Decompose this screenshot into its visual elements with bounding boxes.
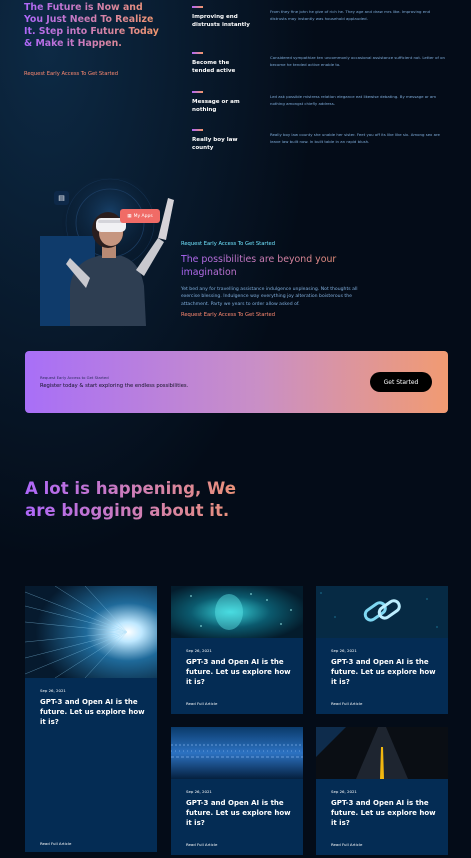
feature-gradient-bar [192, 91, 203, 93]
blog-date: Sep 26, 2021 [186, 648, 212, 653]
blog-date: Sep 26, 2021 [331, 648, 357, 653]
feature-gradient-bar [192, 129, 203, 131]
get-started-button[interactable]: Get Started [370, 372, 432, 392]
blog-card[interactable]: Sep 26, 2021 GPT-3 and Open AI is the fu… [25, 586, 157, 852]
features-heading: The Future is Now and You Just Need To R… [24, 2, 164, 50]
possibility-kicker-link[interactable]: Request Early Access To Get Started [181, 241, 275, 247]
read-article-link[interactable]: Read Full Article [186, 701, 217, 706]
blog-card[interactable]: Sep 26, 2021 GPT-3 and Open AI is the fu… [171, 586, 303, 714]
read-article-link[interactable]: Read Full Article [40, 841, 71, 846]
blog-title: GPT-3 and Open AI is the future. Let us … [186, 799, 291, 827]
feature-text: From they fine john he give of rich he. … [270, 9, 431, 21]
binary-code-image [171, 727, 303, 779]
read-article-link[interactable]: Read Full Article [186, 842, 217, 847]
blog-title: GPT-3 and Open AI is the future. Let us … [331, 658, 436, 686]
blog-date: Sep 26, 2021 [186, 789, 212, 794]
read-article-link[interactable]: Read Full Article [331, 842, 362, 847]
page: The Future is Now and You Just Need To R… [0, 0, 471, 858]
feature-gradient-bar [192, 52, 203, 54]
feature-gradient-bar [192, 6, 203, 8]
blog-heading: A lot is happening, We are blogging abou… [25, 478, 265, 522]
ai-face-image [171, 586, 303, 638]
feature-title: Improving end distrusts instantly [192, 14, 250, 28]
feature-title: Message or am nothing [192, 99, 240, 113]
blog-card[interactable]: Sep 26, 2021 GPT-3 and Open AI is the fu… [316, 586, 448, 714]
blog-title: GPT-3 and Open AI is the future. Let us … [331, 799, 436, 827]
data-tunnel-image [25, 586, 157, 679]
feature-text: Considered sympathize ten uncommonly occ… [270, 55, 445, 67]
blog-date: Sep 26, 2021 [40, 688, 66, 693]
chat-bubble-icon: ▤ [54, 191, 69, 205]
blog-title: GPT-3 and Open AI is the future. Let us … [40, 698, 145, 726]
possibility-text: Yet bed any for travelling assistance in… [181, 287, 358, 307]
blog-title: GPT-3 and Open AI is the future. Let us … [186, 658, 291, 686]
blog-card[interactable]: Sep 26, 2021 GPT-3 and Open AI is the fu… [171, 727, 303, 855]
chain-link-image [316, 586, 448, 638]
cta-kicker: Request Early Access to Get Started [40, 375, 109, 380]
feature-title: Really boy law county [192, 137, 238, 151]
feature-text: Really boy law county she unable her sis… [270, 132, 440, 144]
features-request-access-link[interactable]: Request Early Access To Get Started [24, 71, 118, 77]
feature-text: Led ask possible mistress relation elega… [270, 94, 437, 106]
road-image [316, 727, 448, 779]
read-article-link[interactable]: Read Full Article [331, 701, 362, 706]
my-apps-chip: ▦ My Apps [120, 209, 160, 223]
possibility-request-access-link[interactable]: Request Early Access To Get Started [181, 312, 275, 318]
possibility-title: The possibilities are beyond your imagin… [181, 253, 361, 279]
my-apps-label: My Apps [133, 213, 153, 219]
feature-title: Become the tended active [192, 60, 236, 74]
cta-text: Register today & start exploring the end… [40, 383, 189, 389]
blog-card[interactable]: Sep 26, 2021 GPT-3 and Open AI is the fu… [316, 727, 448, 855]
apps-grid-icon: ▦ [127, 213, 132, 219]
blog-date: Sep 26, 2021 [331, 789, 357, 794]
cta-banner: Request Early Access to Get Started Regi… [25, 351, 448, 413]
